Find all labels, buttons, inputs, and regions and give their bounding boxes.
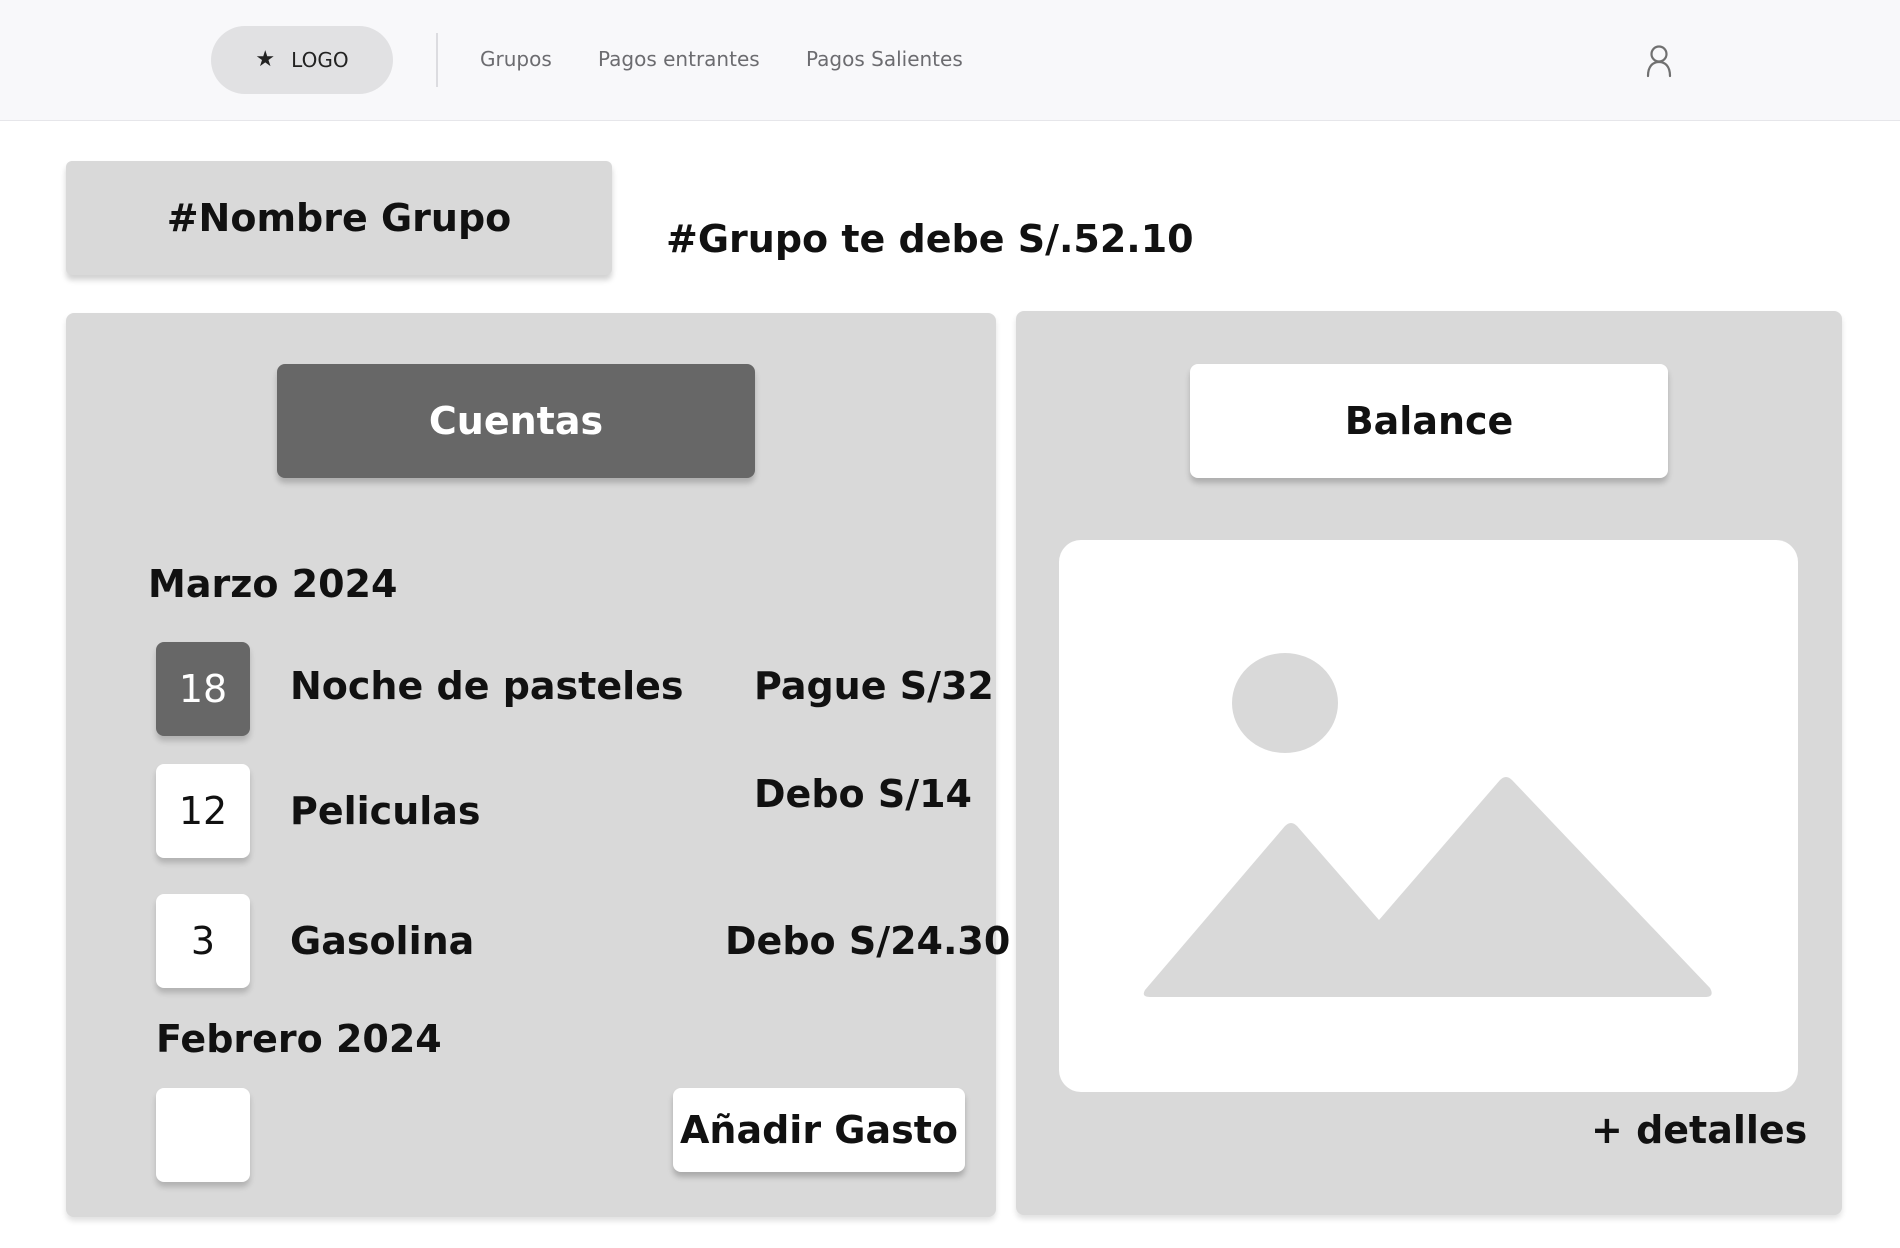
expense-amount: Debo S/24.30 xyxy=(725,919,1011,963)
expense-name[interactable]: Peliculas xyxy=(290,789,481,833)
logo-button[interactable]: ★ LOGO xyxy=(211,26,393,94)
month-label-marzo: Marzo 2024 xyxy=(148,562,398,606)
expense-amount: Pague S/32 xyxy=(754,664,994,708)
group-name-card: #Nombre Grupo xyxy=(66,161,612,275)
tab-cuentas[interactable]: Cuentas xyxy=(277,364,755,478)
top-navbar: ★ LOGO Grupos Pagos entrantes Pagos Sali… xyxy=(0,0,1900,121)
star-icon: ★ xyxy=(255,47,276,72)
balance-chart-placeholder xyxy=(1059,540,1798,1092)
day-badge[interactable] xyxy=(156,1088,250,1182)
tab-balance[interactable]: Balance xyxy=(1190,364,1668,478)
user-icon[interactable] xyxy=(1644,44,1674,78)
nav-link-pagos-entrantes[interactable]: Pagos entrantes xyxy=(598,47,760,71)
nav-link-pagos-salientes[interactable]: Pagos Salientes xyxy=(806,47,963,71)
day-badge[interactable]: 3 xyxy=(156,894,250,988)
expense-amount: Debo S/14 xyxy=(754,772,972,816)
image-placeholder-icon xyxy=(1143,653,1712,997)
day-badge[interactable]: 12 xyxy=(156,764,250,858)
month-label-febrero: Febrero 2024 xyxy=(156,1017,442,1061)
details-link[interactable]: + detalles xyxy=(1591,1108,1807,1152)
group-owes-text: #Grupo te debe S/.52.10 xyxy=(666,217,1194,261)
nav-link-grupos[interactable]: Grupos xyxy=(480,47,552,71)
expense-name[interactable]: Noche de pasteles xyxy=(290,664,684,708)
logo-label: LOGO xyxy=(291,48,349,72)
expense-name[interactable]: Gasolina xyxy=(290,919,474,963)
nav-divider xyxy=(436,33,438,87)
add-expense-button[interactable]: Añadir Gasto xyxy=(673,1088,965,1172)
day-badge[interactable]: 18 xyxy=(156,642,250,736)
